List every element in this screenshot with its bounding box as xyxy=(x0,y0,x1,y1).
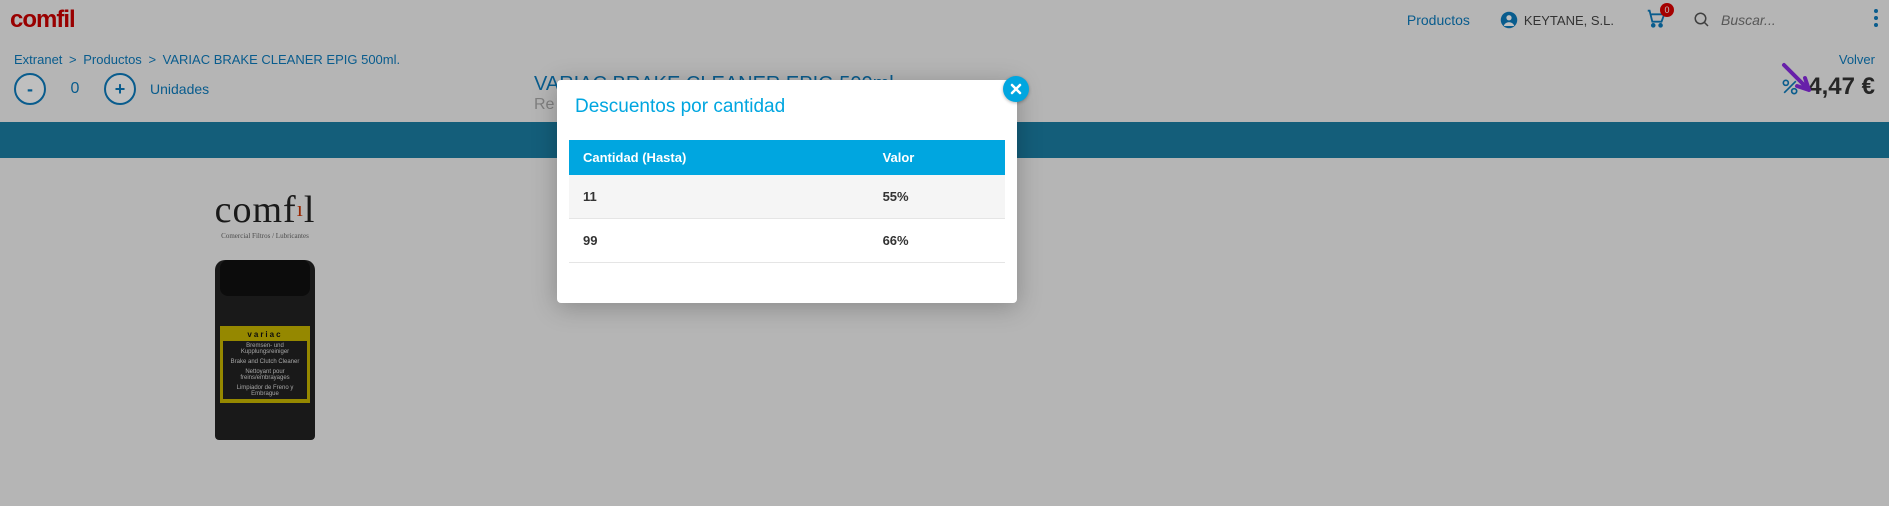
col-value: Valor xyxy=(869,140,1005,175)
discounts-table: Cantidad (Hasta) Valor 11 55% 99 66% xyxy=(569,140,1005,263)
table-row: 11 55% xyxy=(569,175,1005,219)
cell-val: 55% xyxy=(869,175,1005,219)
cell-qty: 11 xyxy=(569,175,869,219)
cell-val: 66% xyxy=(869,219,1005,263)
discounts-modal: Descuentos por cantidad Cantidad (Hasta)… xyxy=(557,80,1017,303)
table-row: 99 66% xyxy=(569,219,1005,263)
cell-qty: 99 xyxy=(569,219,869,263)
modal-close-button[interactable] xyxy=(1003,76,1029,102)
col-quantity: Cantidad (Hasta) xyxy=(569,140,869,175)
modal-title: Descuentos por cantidad xyxy=(557,80,1017,140)
close-icon xyxy=(1009,82,1023,96)
